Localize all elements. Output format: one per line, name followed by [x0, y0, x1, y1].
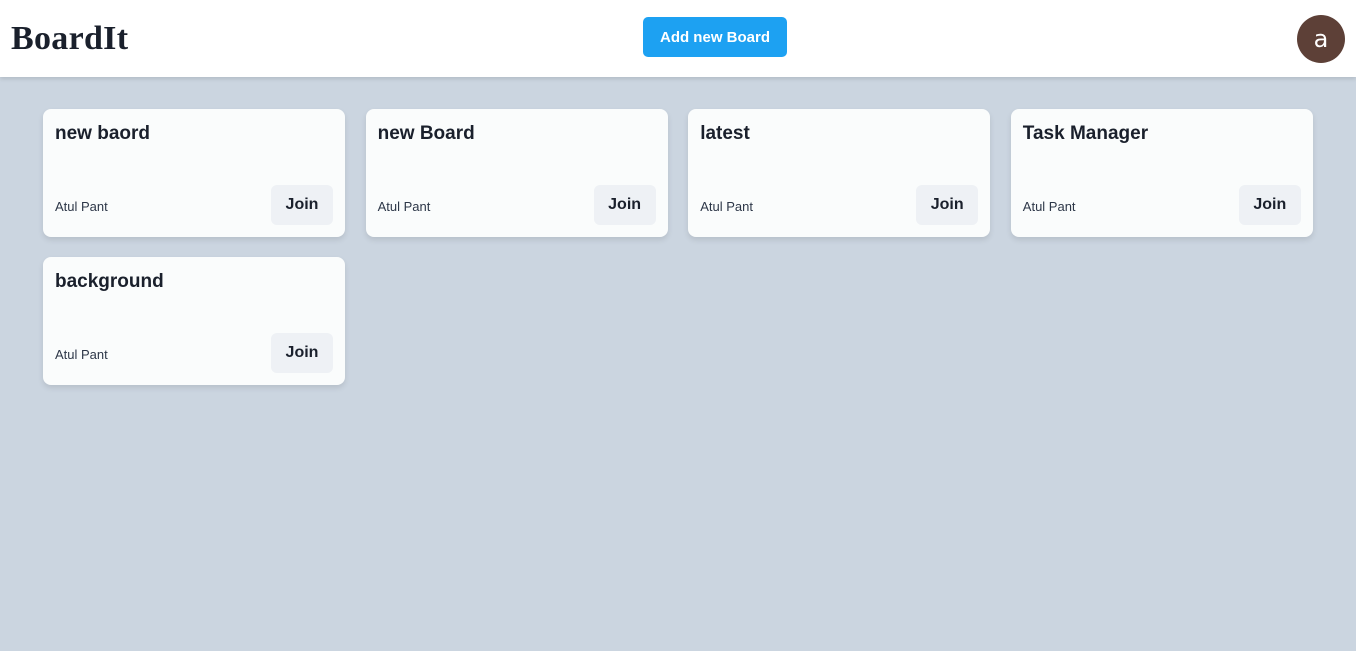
board-owner: Atul Pant: [700, 199, 753, 214]
join-button[interactable]: Join: [593, 185, 656, 225]
board-title: background: [55, 271, 164, 292]
brand-logo[interactable]: BoardIt: [11, 20, 128, 58]
board-owner: Atul Pant: [1022, 199, 1076, 214]
join-button[interactable]: Join: [916, 185, 979, 225]
board-grid: new baord Atul Pant Join new Board Atul …: [43, 109, 1313, 385]
navbar: BoardIt Add new Board a: [0, 0, 1356, 77]
user-avatar[interactable]: a: [1297, 14, 1345, 63]
join-button[interactable]: Join: [271, 185, 333, 225]
join-button[interactable]: Join: [271, 333, 333, 373]
board-card[interactable]: new baord Atul Pant Join: [43, 109, 345, 237]
board-card[interactable]: latest Atul Pant Join: [688, 109, 991, 237]
join-button[interactable]: Join: [1238, 185, 1301, 225]
board-title: latest: [700, 123, 750, 144]
board-card[interactable]: background Atul Pant Join: [43, 257, 345, 385]
board-owner: Atul Pant: [55, 199, 108, 214]
add-new-board-button[interactable]: Add new Board: [643, 17, 787, 57]
board-title: Task Manager: [1022, 123, 1149, 144]
board-card[interactable]: Task Manager Atul Pant Join: [1010, 109, 1313, 237]
board-owner: Atul Pant: [55, 347, 108, 362]
board-title: new Board: [377, 123, 475, 144]
board-title: new baord: [55, 123, 151, 144]
board-card[interactable]: new Board Atul Pant Join: [365, 109, 668, 237]
board-owner: Atul Pant: [377, 199, 431, 214]
